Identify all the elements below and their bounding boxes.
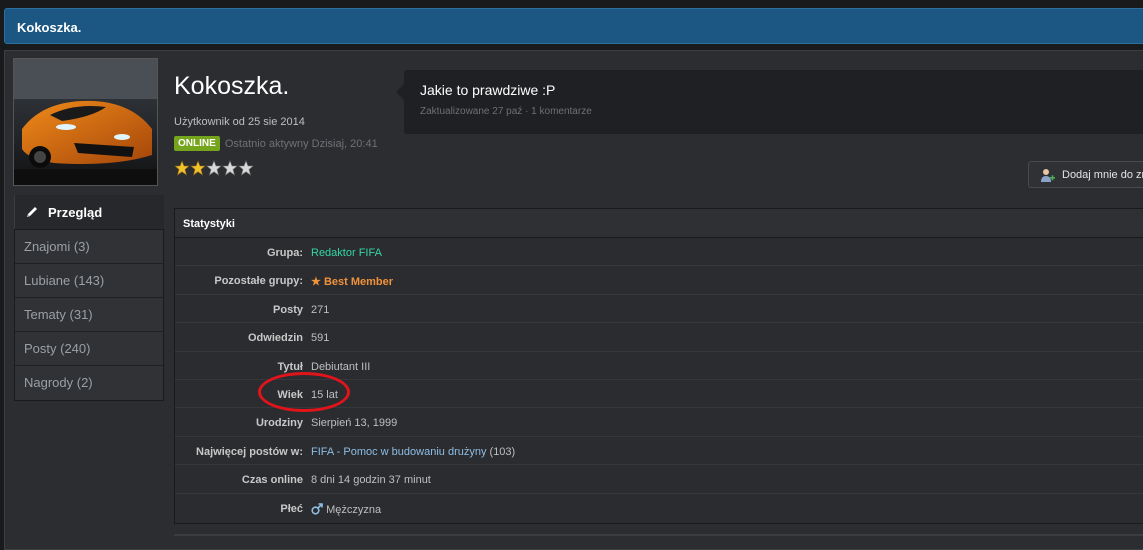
stat-key: Odwiedzin <box>248 332 303 345</box>
stats-title: Statystyki <box>175 209 1143 238</box>
profile-sidebar: Przegląd Znajomi (3) Lubiane (143) Temat… <box>14 195 164 401</box>
last-active: Ostatnio aktywny Dzisiaj, 20:41 <box>224 137 378 150</box>
header-title: Kokoszka. <box>17 20 82 35</box>
add-friend-icon <box>1041 169 1055 182</box>
stat-row-posts: Posty 271 <box>175 295 1143 324</box>
stat-value: Redaktor FIFA <box>311 247 382 259</box>
pencil-icon <box>27 207 37 217</box>
online-status: ONLINE Ostatnio aktywny Dzisiaj, 20:41 <box>174 136 378 151</box>
add-friend-button[interactable]: Dodaj mnie do zn <box>1028 161 1143 188</box>
stat-value: Sierpień 13, 1999 <box>311 417 398 430</box>
star-icon <box>206 160 222 176</box>
stat-key: Posty <box>273 303 303 316</box>
stat-row-group: Grupa: Redaktor FIFA <box>175 238 1143 267</box>
stat-row-birthday: Urodziny Sierpień 13, 1999 <box>175 408 1143 437</box>
sidebar-item-topics[interactable]: Tematy (31) <box>15 298 163 332</box>
add-friend-label: Dodaj mnie do zn <box>1062 169 1143 181</box>
stat-value: 591 <box>311 332 330 345</box>
sidebar-item-likes[interactable]: Lubiane (143) <box>15 264 163 298</box>
stat-key: Czas online <box>241 474 303 487</box>
stat-key: Grupa: <box>266 247 303 259</box>
stat-row-visits: Odwiedzin 591 <box>175 323 1143 352</box>
rating-stars[interactable] <box>174 160 256 181</box>
stat-value: 271 <box>311 303 330 316</box>
stat-value: Mężczyzna <box>311 502 382 516</box>
male-icon <box>311 502 323 515</box>
gender-value: Mężczyzna <box>326 503 382 516</box>
stat-value: FIFA - Pomoc w budowaniu drużyny (103) <box>311 446 515 458</box>
post-count: (103) <box>486 445 516 458</box>
star-icon <box>222 160 238 176</box>
sidebar-item-label: Przegląd <box>48 205 103 220</box>
sidebar-list: Znajomi (3) Lubiane (143) Tematy (31) Po… <box>14 229 164 401</box>
best-member-link[interactable]: Best Member <box>324 276 393 288</box>
profile-name: Kokoszka. <box>174 72 290 100</box>
online-badge: ONLINE <box>174 136 220 151</box>
forum-link[interactable]: FIFA - Pomoc w budowaniu drużyny <box>311 446 486 458</box>
star-icon <box>174 160 190 176</box>
stat-value: 8 dni 14 godzin 37 minut <box>311 474 431 487</box>
stats-panel: Statystyki Grupa: Redaktor FIFA Pozostał… <box>174 208 1143 524</box>
star-icon <box>190 160 206 176</box>
stat-value: ★ Best Member <box>311 275 393 288</box>
star-icon <box>238 160 254 176</box>
sidebar-item-friends[interactable]: Znajomi (3) <box>15 230 163 264</box>
status-update: Jakie to prawdziwe :P Zaktualizowane 27 … <box>396 70 1143 134</box>
highlight-circle <box>258 372 350 412</box>
status-text: Jakie to prawdziwe :P <box>420 82 556 98</box>
group-link[interactable]: Redaktor FIFA <box>311 247 382 259</box>
member-since: Użytkownik od 25 sie 2014 <box>174 116 305 128</box>
stat-row-time-online: Czas online 8 dni 14 godzin 37 minut <box>175 465 1143 494</box>
stat-key: Tytuł <box>277 360 303 373</box>
stat-row-gender: Płeć Mężczyzna <box>175 494 1143 522</box>
status-meta[interactable]: Zaktualizowane 27 paź · 1 komentarze <box>420 106 592 117</box>
sidebar-item-posts[interactable]: Posty (240) <box>15 332 163 366</box>
profile-header-bar: Kokoszka. <box>4 8 1143 44</box>
avatar[interactable] <box>13 58 158 186</box>
stat-key: Najwięcej postów w: <box>196 445 303 458</box>
sidebar-item-overview[interactable]: Przegląd <box>14 195 164 229</box>
stat-row-most-posts: Najwięcej postów w: FIFA - Pomoc w budow… <box>175 437 1143 466</box>
sidebar-item-awards[interactable]: Nagrody (2) <box>15 366 163 400</box>
stat-key: Pozostałe grupy: <box>214 275 303 288</box>
divider <box>174 534 1143 536</box>
stat-key: Urodziny <box>255 417 303 430</box>
stat-key: Płeć <box>280 502 303 515</box>
stat-value: Debiutant III <box>311 360 371 373</box>
star-icon: ★ <box>311 276 321 289</box>
stat-row-other-groups: Pozostałe grupy: ★ Best Member <box>175 266 1143 295</box>
